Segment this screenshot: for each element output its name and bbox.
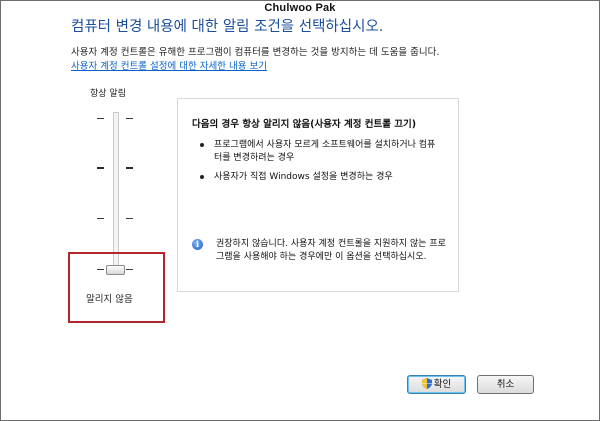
slider-tick-left: [97, 218, 104, 219]
slider-tick-left: [97, 167, 104, 169]
notification-slider-track[interactable]: [113, 112, 119, 272]
level-description-panel: 다음의 경우 항상 알리지 않음(사용자 계정 컨트롤 끄기) 프로그램에서 사…: [177, 98, 459, 292]
slider-top-label: 항상 알림: [90, 89, 126, 99]
panel-bullet-item: 프로그램에서 사용자 모르게 소프트웨어를 설치하거나 컴퓨터를 변경하려는 경…: [200, 139, 440, 165]
slider-tick-right: [126, 167, 133, 169]
highlight-annotation-box: [68, 252, 165, 323]
panel-note: i 권장하지 않습니다. 사용자 계정 컨트롤을 지원하지 않는 프로그램을 사…: [192, 238, 447, 264]
shield-icon: [421, 378, 432, 389]
watermark-text: Chulwoo Pak: [264, 2, 336, 14]
panel-heading: 다음의 경우 항상 알리지 않음(사용자 계정 컨트롤 끄기): [192, 119, 417, 130]
uac-settings-window: Chulwoo Pak 컴퓨터 변경 내용에 대한 알림 조건을 선택하십시오.…: [0, 0, 600, 421]
ok-button-label: 확인: [433, 379, 452, 390]
panel-bullet-text: 프로그램에서 사용자 모르게 소프트웨어를 설치하거나 컴퓨터를 변경하려는 경…: [214, 140, 436, 163]
panel-bullet-text: 사용자가 직접 Windows 설정을 변경하는 경우: [214, 172, 393, 182]
slider-tick-right: [126, 118, 133, 119]
page-title: 컴퓨터 변경 내용에 대한 알림 조건을 선택하십시오.: [71, 19, 384, 35]
slider-tick-right: [126, 218, 133, 219]
panel-note-text: 권장하지 않습니다. 사용자 계정 컨트롤을 지원하지 않는 프로그램을 사용해…: [216, 239, 446, 262]
bullet-dot-icon: [200, 143, 204, 147]
ok-button[interactable]: 확인: [407, 375, 466, 394]
slider-tick-left: [97, 118, 104, 119]
page-description: 사용자 계정 컨트롤은 유해한 프로그램이 컴퓨터를 변경하는 것을 방지하는 …: [71, 47, 440, 58]
panel-bullet-item: 사용자가 직접 Windows 설정을 변경하는 경우: [200, 171, 440, 184]
cancel-button[interactable]: 취소: [477, 375, 534, 394]
info-icon: i: [192, 239, 203, 250]
bullet-dot-icon: [200, 175, 204, 179]
learn-more-link[interactable]: 사용자 계정 컨트롤 설정에 대한 자세한 내용 보기: [71, 58, 267, 72]
